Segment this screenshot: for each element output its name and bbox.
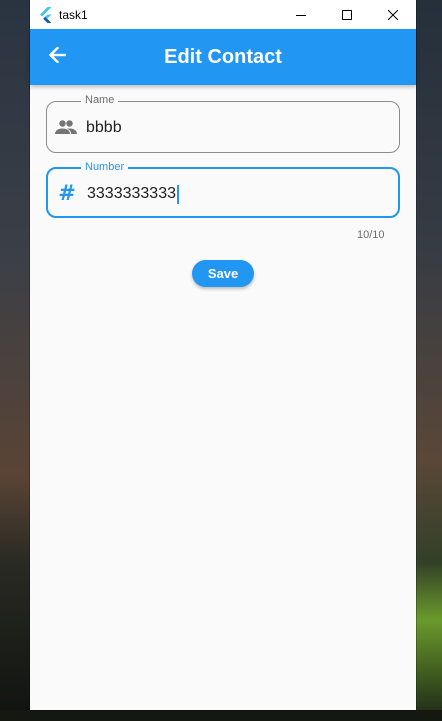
text-cursor <box>176 184 179 204</box>
close-icon <box>387 5 399 24</box>
number-input[interactable]: 3333333333 <box>87 184 179 204</box>
save-button[interactable]: Save <box>192 260 254 287</box>
desktop-background-left <box>0 0 30 721</box>
name-field-label: Name <box>81 93 119 107</box>
hash-icon: # <box>55 181 79 205</box>
maximize-button[interactable] <box>324 0 370 29</box>
number-input-text: 3333333333 <box>87 185 176 202</box>
minimize-button[interactable] <box>278 0 324 29</box>
window-titlebar[interactable]: task1 <box>30 0 416 29</box>
window-title: task1 <box>59 7 88 22</box>
page-title: Edit Contact <box>164 46 282 68</box>
people-icon <box>54 115 78 139</box>
app-window: task1 Edit Contact Name bbbb Number # 33… <box>30 0 416 710</box>
minimize-icon <box>296 5 306 24</box>
hash-glyph: # <box>58 181 76 205</box>
number-field-label: Number <box>81 160 129 174</box>
name-input[interactable]: bbbb <box>86 118 122 138</box>
app-bar: Edit Contact <box>30 29 416 85</box>
close-button[interactable] <box>370 0 416 29</box>
maximize-icon <box>342 5 352 24</box>
character-counter: 10/10 <box>357 229 385 241</box>
flutter-logo-icon <box>39 6 53 23</box>
number-field[interactable]: Number # 3333333333 <box>46 160 400 218</box>
name-field[interactable]: Name bbbb <box>46 93 400 153</box>
desktop-background-bottom <box>0 710 442 721</box>
desktop-background-right <box>416 0 442 721</box>
